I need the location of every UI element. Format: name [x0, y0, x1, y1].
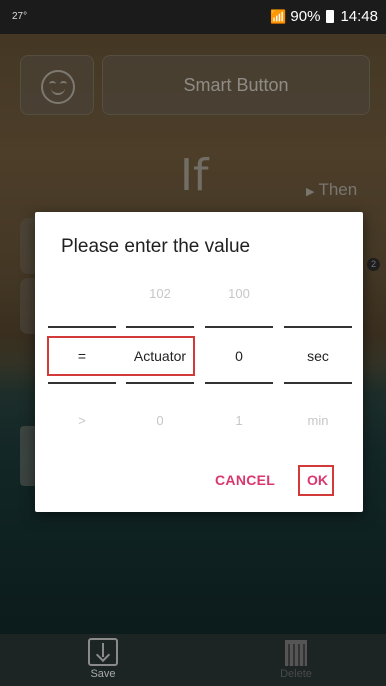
ok-highlight: [298, 465, 334, 496]
bottom-action-bar: Save Delete: [0, 634, 386, 686]
picker-above-value[interactable]: 100: [205, 286, 273, 301]
trash-icon: [285, 640, 307, 666]
picker-below-value[interactable]: 0: [126, 413, 194, 428]
picker-below-value[interactable]: min: [284, 413, 352, 428]
value-dialog: Please enter the value = > 102 Actuator …: [35, 212, 363, 512]
picker-divider: [284, 382, 352, 384]
picker-below-value[interactable]: >: [48, 413, 116, 428]
picker-divider: [48, 326, 116, 328]
picker-below-value[interactable]: 1: [205, 413, 273, 428]
save-label: Save: [90, 668, 116, 680]
status-bar: 27° 📶 90% 14:48: [0, 0, 386, 34]
save-button[interactable]: Save: [85, 638, 121, 680]
unit-picker[interactable]: sec min: [284, 278, 352, 438]
picker-divider: [284, 326, 352, 328]
cancel-button[interactable]: CANCEL: [215, 472, 275, 488]
temperature-indicator: 27°: [12, 11, 28, 22]
signal-icon: 📶: [270, 8, 287, 24]
dialog-title: Please enter the value: [61, 236, 251, 257]
delete-button[interactable]: Delete: [272, 638, 320, 680]
picker-divider: [48, 382, 116, 384]
amount-picker[interactable]: 100 0 1: [205, 278, 273, 438]
picker-divider: [126, 326, 194, 328]
download-icon: [88, 638, 118, 666]
selection-highlight: [47, 336, 195, 376]
picker-selected-value[interactable]: 0: [205, 348, 273, 364]
picker-divider: [205, 326, 273, 328]
battery-icon: [326, 10, 335, 23]
delete-label: Delete: [280, 668, 312, 680]
battery-percent: 90%: [290, 8, 321, 25]
picker-divider: [126, 382, 194, 384]
picker-divider: [205, 382, 273, 384]
picker-selected-value[interactable]: sec: [284, 348, 352, 364]
clock: 14:48: [340, 8, 378, 25]
picker-above-value[interactable]: 102: [126, 286, 194, 301]
